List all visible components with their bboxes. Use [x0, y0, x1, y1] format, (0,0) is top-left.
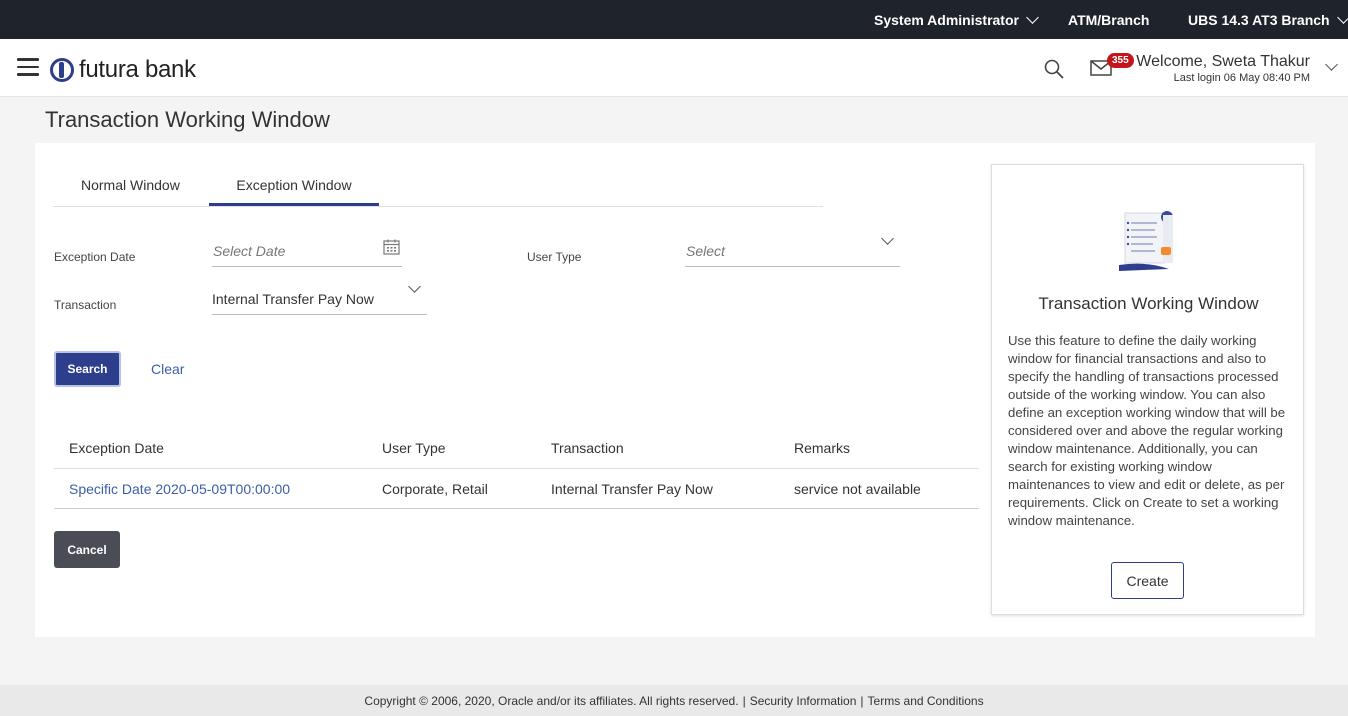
cancel-button[interactable]: Cancel: [54, 531, 120, 568]
calendar-icon[interactable]: [383, 239, 400, 255]
role-selector[interactable]: System Administrator: [874, 11, 1039, 28]
col-header-exception-date: Exception Date: [69, 440, 164, 456]
transaction-label: Transaction: [54, 298, 117, 312]
col-header-remarks: Remarks: [794, 440, 851, 456]
chevron-down-icon: [408, 280, 421, 293]
branch-selector[interactable]: UBS 14.3 AT3 Branch: [1188, 11, 1348, 28]
table-cell-user-type: Corporate, Retail: [382, 481, 488, 497]
entity-label: ATM/Branch: [1068, 12, 1150, 28]
logo-text: futura bank: [79, 56, 196, 83]
tab-normal-window[interactable]: Normal Window: [81, 177, 180, 206]
col-header-transaction: Transaction: [551, 440, 624, 456]
logo[interactable]: futura bank: [50, 56, 196, 84]
copyright-text: Copyright © 2006, 2020, Oracle and/or it…: [364, 693, 739, 708]
user-info[interactable]: Welcome, Sweta Thakur Last login 06 May …: [1136, 53, 1310, 84]
user-type-placeholder: Select: [686, 243, 725, 259]
help-title: Transaction Working Window: [1038, 294, 1259, 313]
user-type-label: User Type: [527, 250, 582, 264]
user-type-select[interactable]: Select: [685, 232, 900, 267]
transaction-value: Internal Transfer Pay Now: [212, 291, 374, 307]
chevron-down-icon: [1026, 11, 1039, 24]
exception-date-placeholder: Select Date: [213, 243, 286, 259]
footer: Copyright © 2006, 2020, Oracle and/or it…: [0, 685, 1348, 716]
header-divider: [54, 468, 979, 469]
terms-link[interactable]: Terms and Conditions: [868, 694, 984, 708]
help-card: Transaction Working Window Use this feat…: [991, 164, 1304, 615]
exception-date-field[interactable]: Select Date: [212, 235, 402, 267]
footer-separator: |: [860, 693, 864, 708]
transaction-select[interactable]: Internal Transfer Pay Now: [212, 280, 427, 315]
tab-exception-window[interactable]: Exception Window: [209, 177, 379, 206]
branch-label: UBS 14.3 AT3 Branch: [1188, 12, 1330, 28]
main-panel: Normal Window Exception Window Exception…: [35, 143, 1315, 637]
welcome-text: Welcome, Sweta Thakur: [1136, 53, 1310, 70]
mail-count-badge: 355: [1107, 53, 1134, 68]
document-illustration-icon: [1119, 211, 1173, 271]
col-header-user-type: User Type: [382, 440, 446, 456]
role-label: System Administrator: [874, 12, 1019, 28]
top-bar: System Administrator ATM/Branch UBS 14.3…: [0, 0, 1348, 39]
footer-separator: |: [742, 693, 746, 708]
security-information-link[interactable]: Security Information: [750, 694, 857, 708]
help-text: Use this feature to define the daily wor…: [1008, 333, 1286, 528]
create-button[interactable]: Create: [1111, 562, 1184, 599]
row-divider: [54, 508, 979, 509]
chevron-down-icon[interactable]: [1325, 58, 1338, 71]
menu-icon[interactable]: [17, 58, 39, 76]
entity-selector[interactable]: ATM/Branch: [1068, 12, 1149, 28]
logo-mark-icon: [50, 58, 74, 82]
exception-date-link[interactable]: Specific Date 2020-05-09T00:00:00: [69, 481, 290, 497]
search-icon[interactable]: [1044, 59, 1064, 79]
chevron-down-icon: [1336, 11, 1348, 24]
table-cell-transaction: Internal Transfer Pay Now: [551, 481, 713, 497]
page-title: Transaction Working Window: [45, 107, 330, 132]
tab-bar: Normal Window Exception Window: [53, 163, 823, 207]
chevron-down-icon: [881, 232, 894, 245]
app-header: futura bank 355 Welcome, Sweta Thakur La…: [0, 39, 1348, 97]
last-login-text: Last login 06 May 08:40 PM: [1173, 72, 1310, 84]
exception-date-label: Exception Date: [54, 250, 136, 264]
clear-button[interactable]: Clear: [151, 361, 184, 377]
table-cell-remarks: service not available: [794, 481, 921, 497]
search-button[interactable]: Search: [54, 351, 121, 387]
